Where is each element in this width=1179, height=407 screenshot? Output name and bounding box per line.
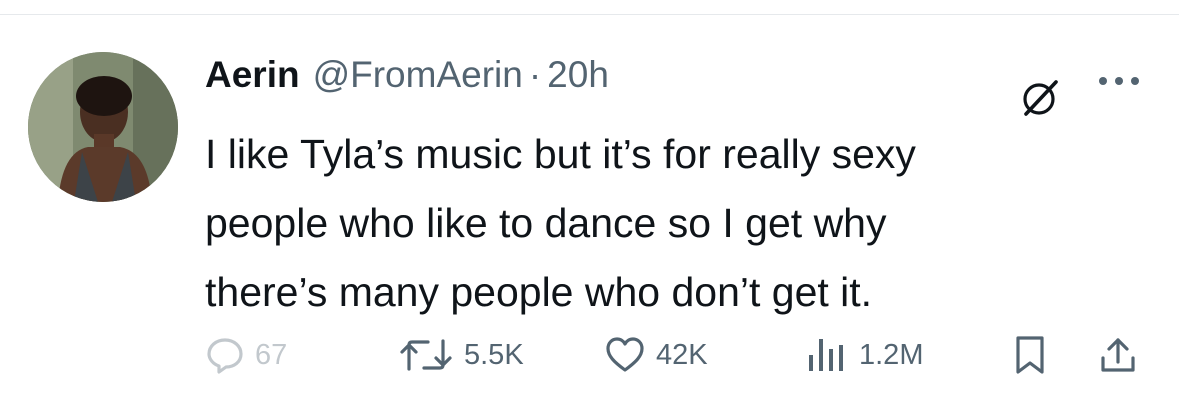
repost-count: 5.5K bbox=[464, 338, 524, 371]
like-count: 42K bbox=[656, 338, 708, 371]
reply-icon bbox=[205, 335, 245, 375]
action-bar: 67 5.5K 42K 1.2M bbox=[0, 330, 1179, 380]
share-icon bbox=[1098, 334, 1138, 376]
reply-button[interactable]: 67 bbox=[205, 330, 287, 380]
avatar[interactable] bbox=[28, 52, 178, 202]
tweet-header: Aerin @FromAerin · 20h bbox=[205, 54, 609, 96]
avatar-photo bbox=[28, 52, 178, 202]
repost-icon bbox=[398, 335, 454, 375]
separator-dot: · bbox=[528, 54, 542, 95]
tweet-text: I like Tyla’s music but it’s for really … bbox=[205, 131, 916, 315]
more-icon[interactable] bbox=[1097, 74, 1141, 86]
top-divider bbox=[0, 14, 1179, 15]
author-handle[interactable]: @FromAerin bbox=[313, 54, 523, 96]
views-button[interactable]: 1.2M bbox=[805, 330, 923, 380]
grok-icon[interactable] bbox=[1020, 78, 1060, 118]
bookmark-icon bbox=[1012, 334, 1048, 376]
repost-button[interactable]: 5.5K bbox=[398, 330, 524, 380]
views-icon bbox=[805, 335, 849, 375]
views-count: 1.2M bbox=[859, 338, 924, 371]
bookmark-button[interactable] bbox=[1012, 330, 1048, 380]
like-button[interactable]: 42K bbox=[604, 330, 708, 380]
timestamp[interactable]: 20h bbox=[547, 54, 609, 96]
author-name[interactable]: Aerin bbox=[205, 54, 300, 96]
share-button[interactable] bbox=[1098, 330, 1138, 380]
reply-count: 67 bbox=[255, 338, 288, 371]
heart-icon bbox=[604, 335, 646, 375]
